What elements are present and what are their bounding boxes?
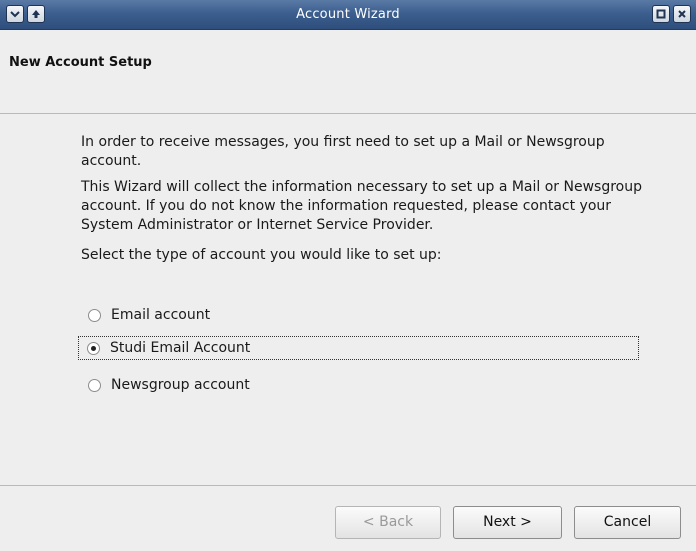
intro-text: In order to receive messages, you first …: [81, 134, 605, 169]
cancel-button[interactable]: Cancel: [574, 506, 681, 539]
account-wizard-window: Account Wizard New Account Setup In orde…: [0, 0, 696, 551]
page-title: New Account Setup: [9, 55, 152, 70]
window-title: Account Wizard: [296, 7, 400, 22]
option-label: Studi Email Account: [110, 340, 251, 356]
wizard-content: In order to receive messages, you first …: [0, 115, 696, 485]
radio-button[interactable]: [88, 378, 101, 392]
maximize-icon[interactable]: [652, 5, 670, 23]
option-newsgroup-account[interactable]: Newsgroup account: [79, 373, 250, 397]
wizard-header: New Account Setup: [0, 31, 696, 114]
option-email-account[interactable]: Email account: [79, 303, 210, 327]
title-bar[interactable]: Account Wizard: [0, 0, 696, 30]
option-label: Newsgroup account: [111, 377, 250, 393]
back-button[interactable]: < Back: [335, 506, 441, 539]
info-text: This Wizard will collect the information…: [81, 179, 642, 233]
option-label: Email account: [111, 307, 211, 323]
select-prompt: Select the type of account you would lik…: [81, 247, 442, 263]
wizard-footer: < Back Next > Cancel: [0, 485, 696, 551]
radio-button[interactable]: [88, 308, 101, 322]
close-icon[interactable]: [673, 5, 691, 23]
next-button[interactable]: Next >: [453, 506, 562, 539]
radio-button-selected[interactable]: [87, 341, 100, 355]
option-studi-email-account[interactable]: Studi Email Account: [78, 336, 639, 360]
